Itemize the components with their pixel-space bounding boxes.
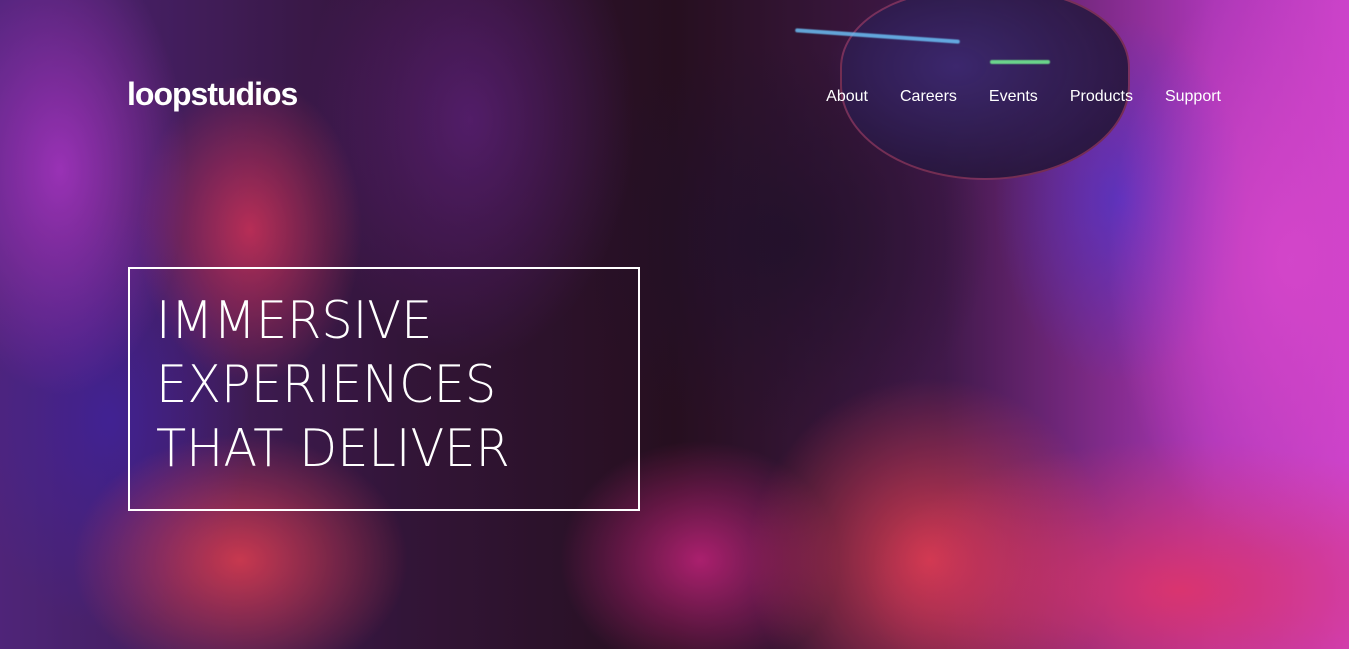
site-header: loopstudios About Careers Events Product… bbox=[0, 0, 1349, 190]
hero-section: loopstudios About Careers Events Product… bbox=[0, 0, 1349, 649]
hero-headline: IMMERSIVE EXPERIENCES THAT DELIVER bbox=[156, 289, 612, 481]
headline-line: EXPERIENCES bbox=[156, 355, 497, 415]
nav-link-about[interactable]: About bbox=[826, 86, 868, 108]
nav-link-careers[interactable]: Careers bbox=[900, 86, 957, 108]
nav-link-events[interactable]: Events bbox=[989, 86, 1038, 108]
headline-line: IMMERSIVE bbox=[156, 291, 433, 351]
headline-line: THAT DELIVER bbox=[156, 419, 510, 479]
primary-nav: About Careers Events Products Support bbox=[826, 86, 1221, 108]
nav-link-products[interactable]: Products bbox=[1070, 86, 1133, 108]
nav-link-support[interactable]: Support bbox=[1165, 86, 1221, 108]
logo[interactable]: loopstudios bbox=[127, 74, 298, 114]
headline-box: IMMERSIVE EXPERIENCES THAT DELIVER bbox=[128, 267, 640, 511]
